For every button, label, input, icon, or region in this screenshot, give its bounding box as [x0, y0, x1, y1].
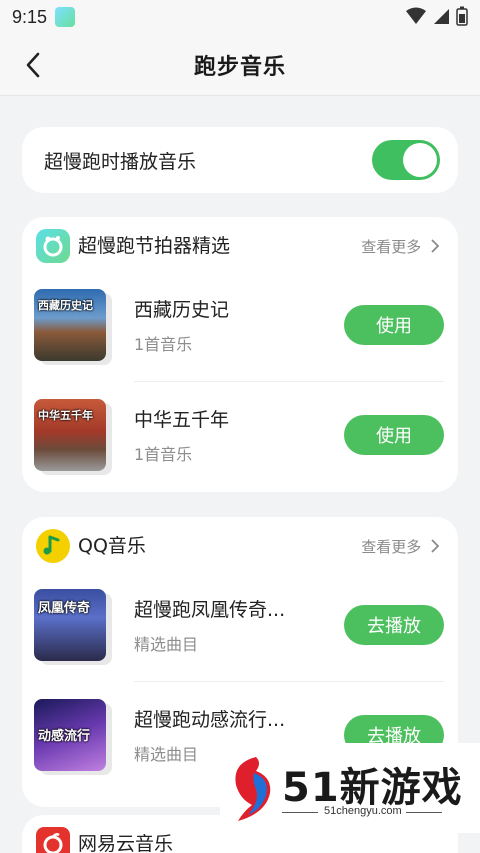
section-title: 网易云音乐 — [78, 833, 174, 853]
chevron-right-icon — [431, 539, 440, 553]
divider — [134, 381, 444, 382]
list-item[interactable]: 中华五千年 中华五千年 1首音乐 使用 — [22, 399, 458, 509]
divider — [134, 681, 444, 682]
chevron-left-icon — [26, 52, 40, 78]
section-title: 超慢跑节拍器精选 — [78, 235, 231, 257]
play-button[interactable]: 去播放 — [344, 605, 444, 645]
album-cover-image: 凤凰传奇 — [34, 589, 106, 661]
nav-bar: 跑步音乐 — [0, 34, 480, 96]
cover-title: 西藏历史记 — [38, 299, 93, 312]
metronome-app-icon — [36, 229, 70, 263]
use-button[interactable]: 使用 — [344, 415, 444, 455]
back-button[interactable] — [18, 50, 48, 80]
watermark-rule — [406, 812, 442, 813]
see-more-link[interactable]: 查看更多 — [361, 236, 440, 257]
see-more-link[interactable]: 查看更多 — [361, 536, 440, 557]
album-cover-image: 中华五千年 — [34, 399, 106, 471]
site-watermark: 51新游戏 51chengyu.com — [220, 743, 480, 833]
app-notification-icon — [55, 7, 76, 27]
qq-music-logo-icon — [36, 529, 70, 563]
list-item[interactable]: 凤凰传奇 超慢跑凤凰传奇... 精选曲目 去播放 — [22, 589, 458, 699]
see-more-label: 查看更多 — [361, 238, 422, 256]
album-cover-image: 动感流行 — [34, 699, 106, 771]
item-title: 超慢跑凤凰传奇... — [134, 599, 286, 621]
watermark-rule — [282, 812, 318, 813]
section-title: QQ音乐 — [78, 535, 146, 557]
item-subtitle: 1首音乐 — [134, 445, 193, 464]
play-music-toggle-row: 超慢跑时播放音乐 — [22, 127, 458, 193]
item-title: 中华五千年 — [134, 409, 230, 431]
status-time: 9:15 — [12, 6, 48, 27]
item-title: 超慢跑动感流行... — [134, 709, 286, 731]
signal-icon — [434, 9, 449, 24]
cover-title: 凤凰传奇 — [38, 601, 91, 616]
list-item[interactable]: 西藏历史记 西藏历史记 1首音乐 使用 — [22, 289, 458, 399]
see-more-label: 查看更多 — [361, 538, 422, 556]
album-cover-image: 西藏历史记 — [34, 289, 106, 361]
item-subtitle: 精选曲目 — [134, 635, 199, 654]
section-header: 超慢跑节拍器精选 查看更多 — [22, 217, 458, 275]
netease-music-logo-icon — [36, 827, 70, 853]
status-icons — [406, 6, 468, 26]
use-button[interactable]: 使用 — [344, 305, 444, 345]
status-bar: 9:15 — [0, 0, 480, 34]
watermark-logo-icon — [235, 757, 271, 821]
section-metronome: 超慢跑节拍器精选 查看更多 西藏历史记 西藏历史记 1首音乐 使用 中华五千年 … — [22, 217, 458, 492]
toggle-label: 超慢跑时播放音乐 — [44, 150, 197, 173]
item-subtitle: 精选曲目 — [134, 745, 199, 764]
item-subtitle: 1首音乐 — [134, 335, 193, 354]
battery-icon — [456, 6, 468, 26]
item-title: 西藏历史记 — [134, 299, 230, 321]
cover-title: 中华五千年 — [38, 409, 93, 422]
section-header: QQ音乐 查看更多 — [22, 517, 458, 575]
page-title: 跑步音乐 — [193, 54, 286, 80]
wifi-icon — [406, 7, 426, 24]
cover-title: 动感流行 — [38, 729, 91, 744]
watermark-url: 51chengyu.com — [324, 805, 402, 817]
switch-knob — [403, 143, 437, 177]
chevron-right-icon — [431, 239, 440, 253]
play-music-switch[interactable] — [372, 140, 440, 180]
